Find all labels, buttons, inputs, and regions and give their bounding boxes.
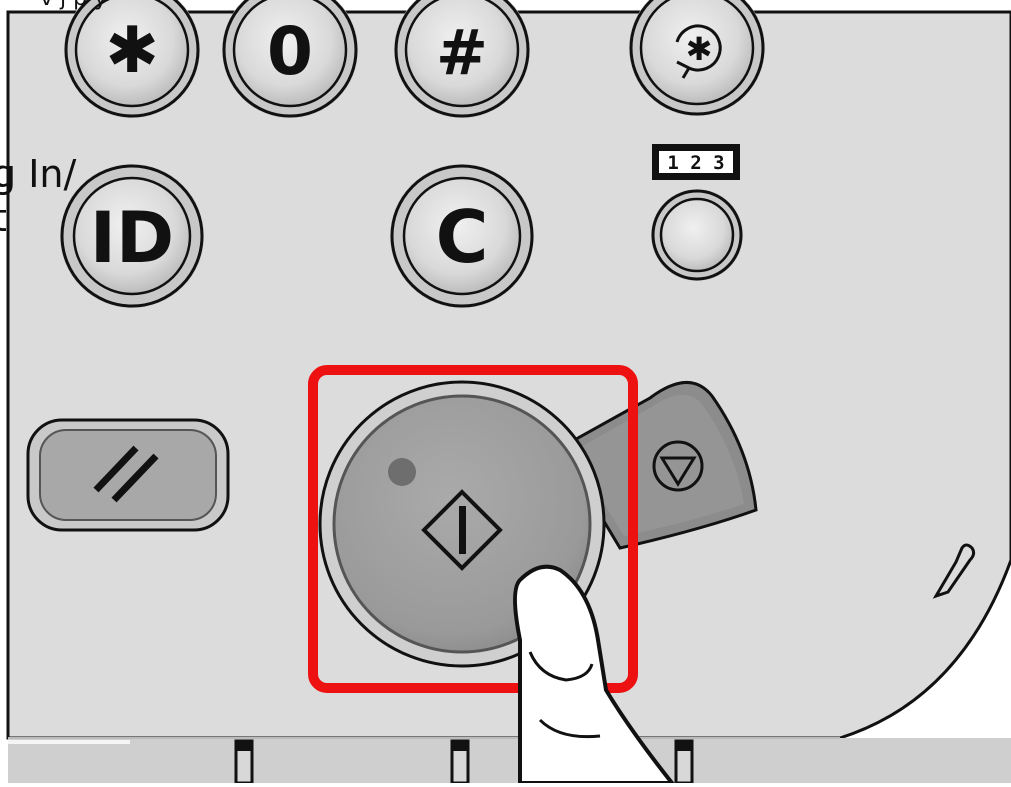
counter-badge: 1 2 3 [652,144,740,180]
counter-check-key[interactable] [651,189,743,281]
lamp-3 [674,739,694,785]
clear-key[interactable]: C [390,164,534,308]
bottom-strip [8,738,1011,783]
svg-text:✱: ✱ [686,30,713,68]
lamp-1 [234,739,254,785]
counter-badge-label: 1 2 3 [667,152,724,174]
lamp-2 [450,739,470,785]
start-button[interactable] [334,396,590,652]
hash-key-label: # [436,16,488,89]
clear-key-label: C [436,195,489,279]
control-panel-drawing: ✱ 0 # ✱ 1 2 3 ID C [6,0,1011,785]
id-key[interactable]: ID [60,164,204,308]
asterisk-key-label: ✱ [105,14,159,88]
id-key-label: ID [90,197,174,279]
log-in-out-label: g In/ t [0,152,77,240]
zero-key-label: 0 [267,13,313,90]
reset-button[interactable] [40,430,216,520]
control-panel: ✱ 0 # ✱ 1 2 3 ID C g In/ [0,0,1011,785]
top-partial-label: v j p y [40,0,107,11]
